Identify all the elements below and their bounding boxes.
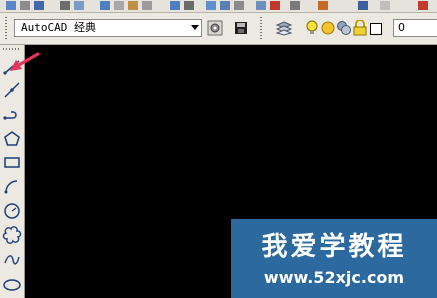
watermark: 我爱学教程 www.52xjc.com — [231, 219, 437, 298]
layer-manager-icon[interactable] — [276, 20, 292, 36]
rectangle-icon[interactable] — [2, 152, 22, 172]
tool-palettes-icon[interactable] — [290, 1, 300, 10]
revision-cloud-icon[interactable] — [2, 225, 22, 245]
copy-icon[interactable] — [114, 1, 124, 10]
open-icon[interactable] — [6, 1, 16, 10]
match-properties-icon[interactable] — [142, 1, 152, 10]
annotation-arrow-icon — [10, 52, 40, 71]
ellipse-icon[interactable] — [2, 274, 22, 294]
lock-icon[interactable] — [352, 20, 368, 36]
lightbulb-icon[interactable] — [304, 20, 320, 36]
find-icon[interactable] — [20, 1, 30, 10]
cut-icon[interactable] — [100, 1, 110, 10]
save-icon[interactable] — [34, 1, 44, 10]
spline-icon[interactable] — [2, 250, 22, 270]
extra-icon[interactable] — [418, 1, 428, 10]
chevron-down-icon[interactable] — [191, 25, 199, 30]
layer-color-swatch[interactable] — [370, 23, 382, 35]
markup-icon[interactable] — [318, 1, 328, 10]
print-icon[interactable] — [60, 1, 70, 10]
zoom-icon[interactable] — [220, 1, 230, 10]
polygon-icon[interactable] — [2, 129, 22, 149]
plot-preview-icon[interactable] — [74, 1, 84, 10]
construction-line-icon[interactable] — [2, 80, 22, 100]
properties-icon[interactable] — [256, 1, 266, 10]
undo-icon[interactable] — [170, 1, 180, 10]
workspace-toolbar: AutoCAD 经典 0 — [0, 13, 437, 45]
polyline-icon[interactable] — [2, 104, 22, 124]
layer-dropdown[interactable]: 0 — [393, 19, 437, 37]
arc-icon[interactable] — [2, 176, 22, 196]
save-workspace-icon[interactable] — [233, 20, 249, 36]
zoom-window-icon[interactable] — [234, 1, 244, 10]
top-toolbar — [0, 0, 437, 13]
circle-icon[interactable] — [2, 201, 22, 221]
draw-toolbar — [0, 45, 25, 298]
design-center-icon[interactable] — [270, 1, 280, 10]
help-icon[interactable] — [380, 1, 390, 10]
viewport-freeze-icon[interactable] — [336, 20, 352, 36]
watermark-title: 我爱学教程 — [261, 232, 407, 262]
redo-icon[interactable] — [184, 1, 194, 10]
toolbar-grip-2[interactable] — [260, 17, 262, 39]
pan-icon[interactable] — [206, 1, 216, 10]
workspace-dropdown[interactable]: AutoCAD 经典 — [14, 19, 202, 37]
toolbar-grip[interactable] — [5, 17, 7, 39]
workspace-settings-icon[interactable] — [207, 20, 223, 36]
toolbar-grip[interactable] — [3, 48, 21, 50]
sun-icon[interactable] — [320, 20, 336, 36]
calculator-icon[interactable] — [358, 1, 368, 10]
workspace-value: AutoCAD 经典 — [21, 21, 96, 34]
watermark-url: www.52xjc.com — [263, 268, 405, 287]
paste-icon[interactable] — [128, 1, 138, 10]
layer-value: 0 — [398, 21, 405, 34]
